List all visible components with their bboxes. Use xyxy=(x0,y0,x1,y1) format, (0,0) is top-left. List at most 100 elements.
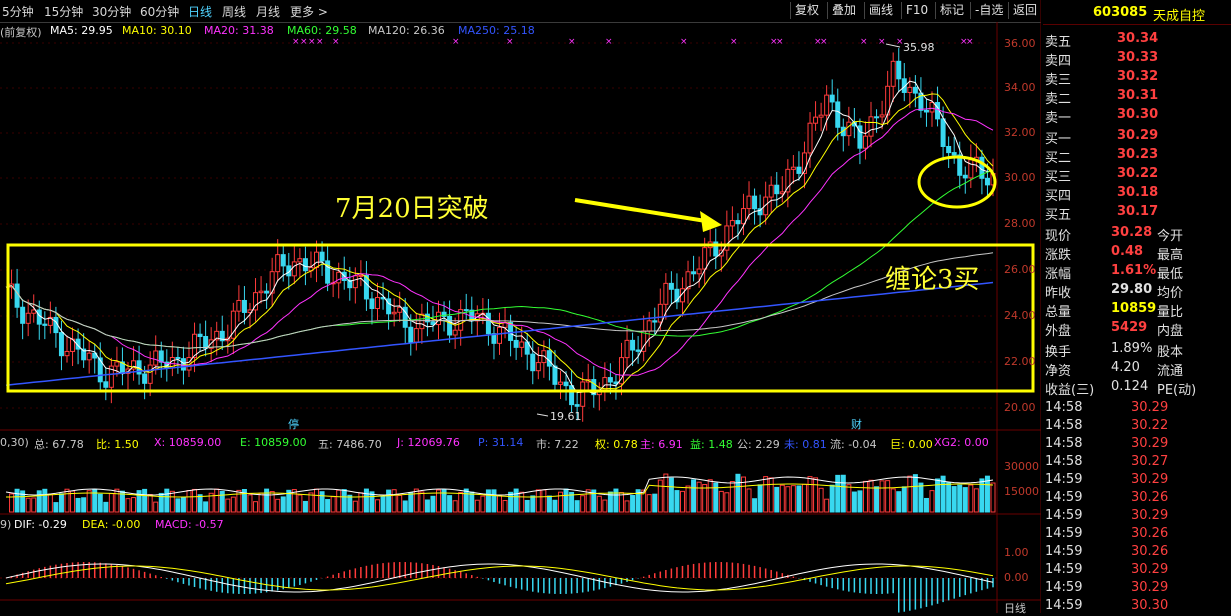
candle-body xyxy=(369,298,375,310)
tick-price: 30.29 xyxy=(1131,580,1169,595)
tick-price: 30.26 xyxy=(1131,490,1169,505)
ma250-line xyxy=(5,281,994,386)
candle-body xyxy=(557,381,563,385)
tick-row: 14:59 30.29 xyxy=(1043,507,1231,525)
candle-body xyxy=(929,102,935,113)
volume-bar xyxy=(552,499,558,513)
volume-bar xyxy=(951,486,957,513)
volume-bar xyxy=(58,493,64,513)
candle-body xyxy=(86,352,92,361)
candle-body xyxy=(535,362,541,372)
candle-body xyxy=(646,320,652,332)
third-buy-circle xyxy=(917,155,997,209)
volume-bar xyxy=(75,497,81,513)
tick-row: 14:59 30.29 xyxy=(1043,471,1231,489)
breakout-arrow-shaft xyxy=(574,198,713,224)
candle-body xyxy=(946,145,952,154)
macd-label: MACD: -0.57 xyxy=(155,518,224,531)
volume-bar xyxy=(946,482,952,513)
ask-label: 卖四 xyxy=(1045,54,1072,69)
candle-body xyxy=(735,220,741,225)
volume-bar xyxy=(702,484,708,513)
earnings-marker: 财 xyxy=(851,418,862,431)
candle-body xyxy=(14,283,20,308)
stat-label-2: 内盘 xyxy=(1157,324,1184,339)
candle-body xyxy=(968,159,974,179)
candle-body xyxy=(58,332,64,357)
bid-level: 买二 30.23 xyxy=(1043,146,1231,166)
volume-bar xyxy=(962,487,968,513)
volume-bar xyxy=(153,501,159,513)
volume-bar xyxy=(990,482,996,513)
tick-time: 14:59 xyxy=(1045,562,1083,577)
low-pointer xyxy=(536,413,549,417)
volume-bar xyxy=(763,476,769,513)
candle-body xyxy=(352,275,358,289)
volume-bar xyxy=(458,491,464,513)
volume-bar xyxy=(25,497,31,513)
volume-bar xyxy=(801,483,807,513)
volume-bar xyxy=(64,488,70,513)
macd-axis-tick: 1.00 xyxy=(1004,546,1029,559)
volume-bar xyxy=(602,499,608,513)
bid-level: 买五 30.17 xyxy=(1043,203,1231,223)
candle-body xyxy=(574,404,580,407)
bid-label: 买四 xyxy=(1045,189,1072,204)
event-x-mark: × xyxy=(966,37,974,47)
tick-row: 14:59 30.26 xyxy=(1043,543,1231,561)
candle-body xyxy=(607,377,613,383)
candle-body xyxy=(580,381,586,407)
volume-bar xyxy=(197,494,203,513)
volume-bar xyxy=(652,493,658,513)
candle-body xyxy=(25,312,31,324)
volume-bar xyxy=(729,481,735,513)
volume-bar xyxy=(668,477,674,513)
price-tick: 24.00 xyxy=(1004,309,1036,322)
low-price-marker: 19.61 xyxy=(550,410,582,423)
tick-time: 14:58 xyxy=(1045,454,1083,469)
candle-body xyxy=(375,296,381,310)
volume-bar xyxy=(840,474,846,513)
candle-body xyxy=(546,350,552,367)
volume-bar xyxy=(718,490,724,513)
stat-row: 涨幅 1.61% 最低 xyxy=(1043,262,1231,282)
ask-level: 卖五 30.34 xyxy=(1043,30,1231,50)
volume-bar xyxy=(175,498,181,513)
volume-bar xyxy=(430,495,436,513)
ind1-item: 公: 2.29 xyxy=(737,438,780,451)
volume-bar xyxy=(391,489,397,513)
tick-time: 14:58 xyxy=(1045,400,1083,415)
volume-bar xyxy=(541,489,547,513)
candle-body xyxy=(702,247,708,270)
stat-value: 10859 xyxy=(1111,301,1157,316)
ask-price: 30.33 xyxy=(1117,50,1159,65)
stock-code: 603085 xyxy=(1093,5,1148,20)
candle-body xyxy=(530,353,536,372)
stat-row: 总量 10859 量比 xyxy=(1043,300,1231,320)
volume-bar xyxy=(918,482,924,513)
tick-time: 14:59 xyxy=(1045,544,1083,559)
volume-bar xyxy=(386,489,392,513)
stat-row: 涨跌 0.48 最高 xyxy=(1043,243,1231,263)
volume-bar xyxy=(691,479,697,513)
candle-body xyxy=(796,166,802,174)
volume-bar xyxy=(557,491,563,513)
volume-bar xyxy=(397,494,403,513)
candle-body xyxy=(153,350,159,366)
volume-bar xyxy=(180,496,186,513)
bid-price: 30.17 xyxy=(1117,204,1159,219)
tick-time: 14:58 xyxy=(1045,418,1083,433)
volume-bar xyxy=(757,484,763,513)
event-x-mark: × xyxy=(452,37,460,47)
candle-body xyxy=(790,166,796,170)
tick-row: 14:59 30.29 xyxy=(1043,579,1231,597)
stat-value: 0.124 xyxy=(1111,379,1149,394)
stat-label: 昨收 xyxy=(1045,286,1072,301)
price-tick: 30.00 xyxy=(1004,171,1036,184)
volume-bar xyxy=(358,492,364,513)
volume-indicator-legend: 0,30) 总: 67.78 比: 1.50 X: 10859.00 E: 10… xyxy=(0,436,1000,451)
tick-price: 30.26 xyxy=(1131,544,1169,559)
volume-bar xyxy=(341,489,347,513)
candle-body xyxy=(923,109,929,113)
volume-bar xyxy=(890,488,896,513)
